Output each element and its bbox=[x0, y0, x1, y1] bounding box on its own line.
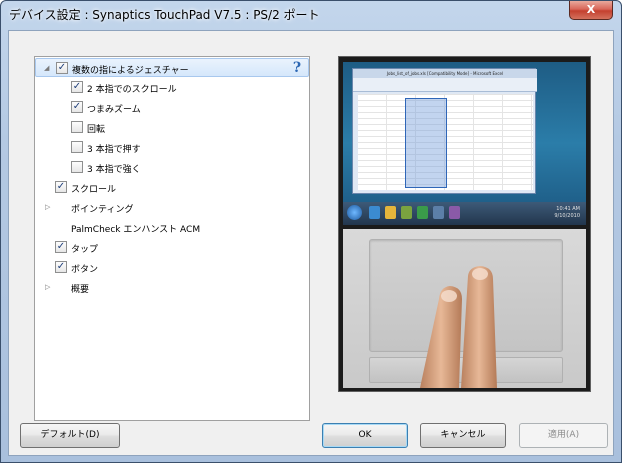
cancel-button-label: キャンセル bbox=[440, 430, 486, 440]
tree-item-label: ボタン bbox=[71, 265, 99, 275]
tree-item-label: 3 本指で強く bbox=[87, 165, 141, 175]
close-icon: X bbox=[586, 3, 596, 16]
preview-desktop-screen: Jobs_list_of_jobs.xls [Compatibility Mod… bbox=[343, 62, 586, 225]
app-icon bbox=[449, 206, 460, 219]
buttons-checkbox[interactable]: ✓ bbox=[55, 261, 67, 273]
dialog-client: ◢ ✓ 複数の指によるジェスチャー ? ✓ 2 本指でのスクロール ✓ つまみズ… bbox=[8, 30, 614, 456]
ok-button[interactable]: OK bbox=[322, 423, 408, 448]
apply-button-label: 適用(A) bbox=[547, 430, 580, 440]
folder-icon bbox=[385, 206, 396, 219]
two-fingers-image bbox=[420, 266, 497, 388]
tree-item-tap[interactable]: ✓ タップ bbox=[35, 238, 309, 257]
tree-item-label: 複数の指によるジェスチャー bbox=[72, 66, 189, 76]
tree-item-multi-finger-gestures[interactable]: ◢ ✓ 複数の指によるジェスチャー ? bbox=[35, 58, 309, 77]
preview-taskbar: 10:41 AM 9/10/2010 bbox=[343, 202, 586, 225]
rotate-checkbox[interactable] bbox=[71, 121, 83, 133]
tree-item-pinch-zoom[interactable]: ✓ つまみズーム bbox=[35, 98, 309, 117]
preview-excel-ribbon bbox=[353, 78, 537, 92]
tree-item-label: スクロール bbox=[71, 185, 117, 195]
app-icon bbox=[433, 206, 444, 219]
collapsed-arrow-icon[interactable]: ▷ bbox=[45, 203, 53, 211]
tree-item-label: タップ bbox=[71, 245, 99, 255]
preview-touchpad-area bbox=[343, 229, 586, 388]
tree-item-label: 概要 bbox=[71, 285, 90, 295]
preview-excel-selection bbox=[405, 98, 447, 188]
apply-button[interactable]: 適用(A) bbox=[519, 423, 608, 448]
pinch-zoom-checkbox[interactable]: ✓ bbox=[71, 101, 83, 113]
excel-icon bbox=[417, 206, 428, 219]
preview-clock-time: 10:41 AM bbox=[556, 206, 580, 212]
close-button[interactable]: X bbox=[569, 1, 613, 20]
default-button[interactable]: デフォルト(D) bbox=[20, 423, 120, 448]
window-title: デバイス設定 : Synaptics TouchPad V7.5 : PS/2 … bbox=[9, 8, 320, 22]
gesture-preview: Jobs_list_of_jobs.xls [Compatibility Mod… bbox=[338, 56, 591, 392]
cancel-button[interactable]: キャンセル bbox=[420, 423, 506, 448]
title-bar[interactable]: デバイス設定 : Synaptics TouchPad V7.5 : PS/2 … bbox=[1, 1, 621, 29]
expanded-arrow-icon[interactable]: ◢ bbox=[44, 64, 52, 72]
three-finger-flick-checkbox[interactable] bbox=[71, 161, 83, 173]
tree-item-label: 2 本指でのスクロール bbox=[87, 85, 177, 95]
tree-item-buttons[interactable]: ✓ ボタン bbox=[35, 258, 309, 277]
preview-clock: 10:41 AM 9/10/2010 bbox=[554, 206, 580, 220]
settings-tree: ◢ ✓ 複数の指によるジェスチャー ? ✓ 2 本指でのスクロール ✓ つまみズ… bbox=[34, 56, 310, 421]
tree-item-overview[interactable]: ▷ 概要 bbox=[35, 278, 309, 297]
tree-item-pointing[interactable]: ▷ ポインティング bbox=[35, 198, 309, 217]
dialog-window: デバイス設定 : Synaptics TouchPad V7.5 : PS/2 … bbox=[0, 0, 622, 463]
tree-item-label: 回転 bbox=[87, 125, 106, 135]
tree-item-label: PalmCheck エンハンスト ACM bbox=[71, 225, 201, 235]
scroll-checkbox[interactable]: ✓ bbox=[55, 181, 67, 193]
default-button-label: デフォルト(D) bbox=[40, 430, 100, 440]
tree-item-label: ポインティング bbox=[71, 205, 134, 215]
ie-icon bbox=[369, 206, 380, 219]
start-orb-icon bbox=[347, 205, 362, 220]
tree-item-palmcheck[interactable]: PalmCheck エンハンスト ACM bbox=[35, 218, 309, 237]
media-icon bbox=[401, 206, 412, 219]
ok-button-label: OK bbox=[358, 430, 372, 440]
tree-item-three-finger-press[interactable]: 3 本指で押す bbox=[35, 138, 309, 157]
preview-excel-title: Jobs_list_of_jobs.xls [Compatibility Mod… bbox=[353, 69, 537, 78]
tree-item-two-finger-scroll[interactable]: ✓ 2 本指でのスクロール bbox=[35, 78, 309, 97]
multi-finger-gestures-checkbox[interactable]: ✓ bbox=[56, 62, 68, 74]
preview-excel-window: Jobs_list_of_jobs.xls [Compatibility Mod… bbox=[352, 68, 537, 194]
tree-item-label: つまみズーム bbox=[87, 105, 141, 115]
tree-item-scroll[interactable]: ✓ スクロール bbox=[35, 178, 309, 197]
two-finger-scroll-checkbox[interactable]: ✓ bbox=[71, 81, 83, 93]
help-icon[interactable]: ? bbox=[289, 60, 305, 76]
tree-item-three-finger-flick[interactable]: 3 本指で強く bbox=[35, 158, 309, 177]
three-finger-press-checkbox[interactable] bbox=[71, 141, 83, 153]
tap-checkbox[interactable]: ✓ bbox=[55, 241, 67, 253]
preview-clock-date: 9/10/2010 bbox=[554, 213, 580, 219]
tree-item-rotate[interactable]: 回転 bbox=[35, 118, 309, 137]
tree-item-label: 3 本指で押す bbox=[87, 145, 141, 155]
collapsed-arrow-icon[interactable]: ▷ bbox=[45, 283, 53, 291]
